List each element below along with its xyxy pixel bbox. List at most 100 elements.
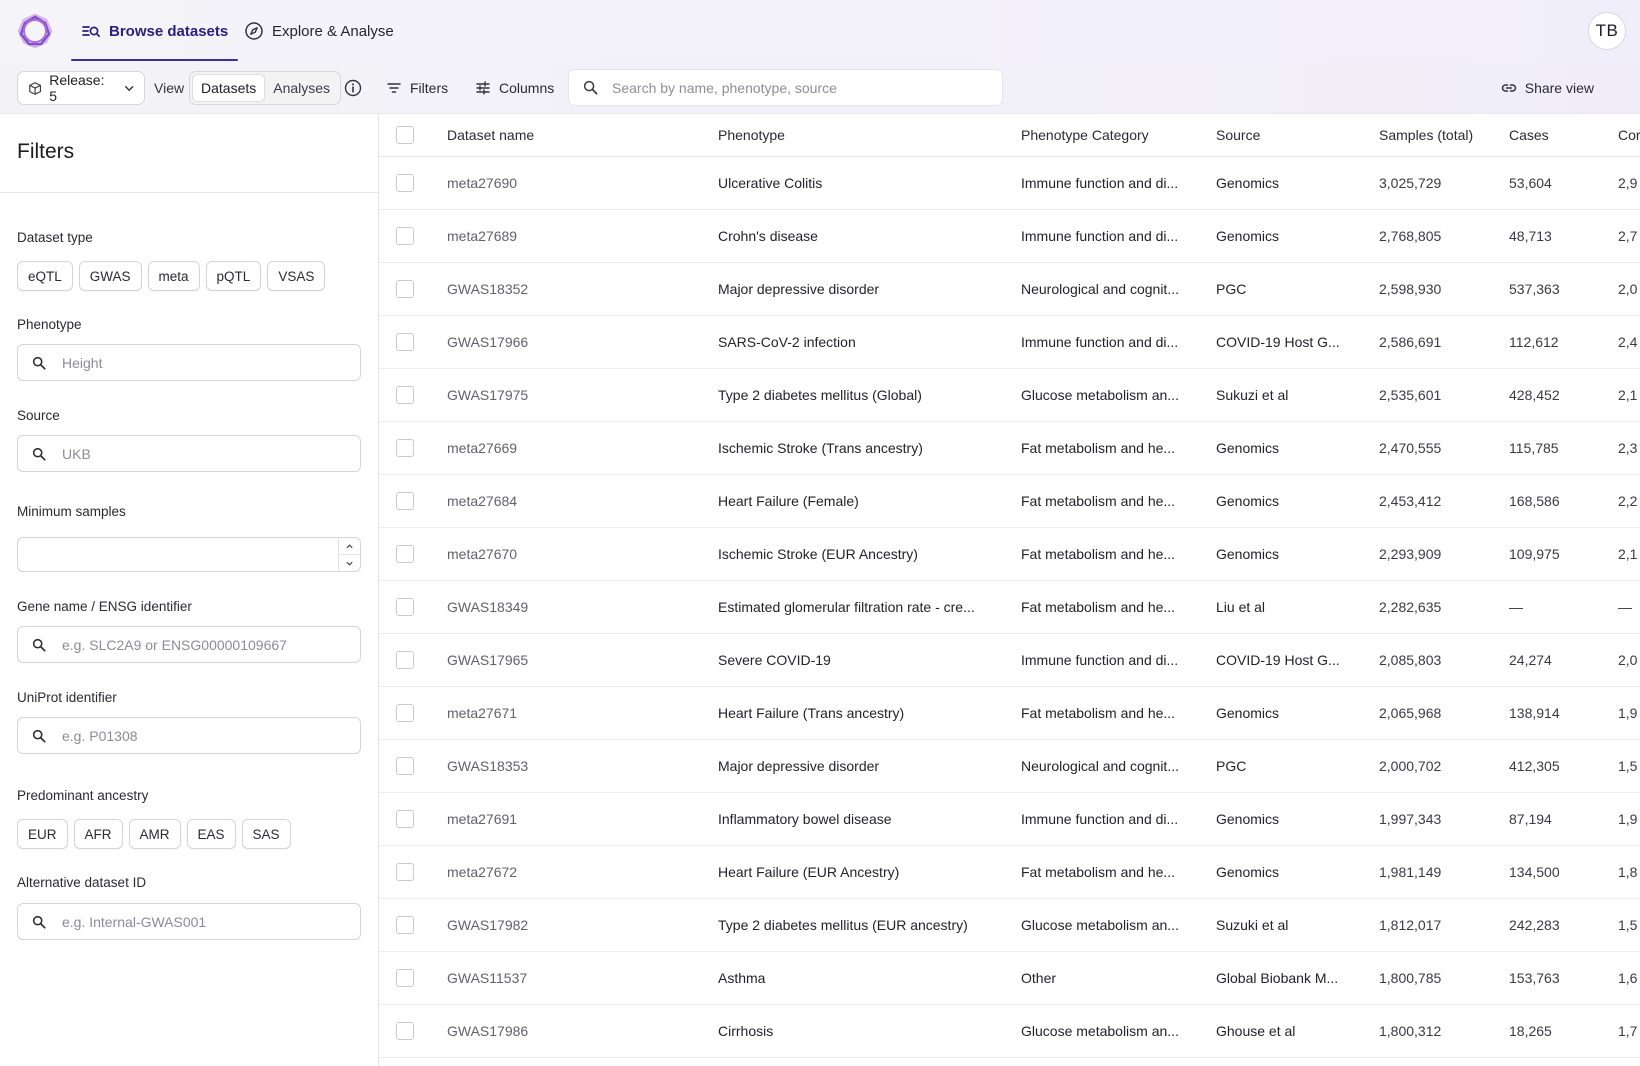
chip-dataset-type[interactable]: GWAS	[78, 261, 142, 291]
cell-dataset-name[interactable]: meta27672	[447, 846, 697, 898]
gene-input[interactable]	[62, 636, 342, 653]
info-button[interactable]	[343, 71, 363, 105]
row-checkbox[interactable]	[396, 545, 414, 563]
cell-dataset-name[interactable]: GWAS18352	[447, 263, 697, 315]
table-row[interactable]: meta27670 Ischemic Stroke (EUR Ancestry) F…	[379, 528, 1640, 581]
tab-explore-analyse[interactable]: Explore & Analyse	[244, 0, 394, 62]
release-selector-button[interactable]: Release: 5	[17, 71, 145, 105]
cell-source: Genomics	[1216, 493, 1280, 509]
chip-dataset-type[interactable]: VSAS	[267, 261, 326, 291]
col-phenotype-category[interactable]: Phenotype Category	[1021, 114, 1201, 156]
chip-dataset-type[interactable]: meta	[147, 261, 200, 291]
cell-dataset-name[interactable]: meta27690	[447, 157, 697, 209]
user-avatar[interactable]: TB	[1588, 12, 1626, 50]
uniprot-input[interactable]	[62, 727, 342, 744]
increment-button[interactable]	[339, 538, 360, 555]
columns-button[interactable]: Columns	[475, 71, 554, 105]
view-analyses-button[interactable]: Analyses	[265, 74, 338, 102]
share-view-button[interactable]: Share view	[1501, 71, 1594, 105]
row-checkbox[interactable]	[396, 810, 414, 828]
chip-dataset-type[interactable]: pQTL	[205, 261, 262, 291]
cell-dataset-name[interactable]: meta27691	[447, 793, 697, 845]
chip-ancestry[interactable]: AMR	[128, 819, 181, 849]
table-row[interactable]: meta27672 Heart Failure (EUR Ancestry) Fat…	[379, 846, 1640, 899]
alt-id-input[interactable]	[62, 913, 342, 930]
cell-controls: 2,2	[1618, 493, 1638, 509]
table-row[interactable]: GWAS17966 SARS-CoV-2 infection Immune func…	[379, 316, 1640, 369]
chip-ancestry[interactable]: EAS	[186, 819, 236, 849]
phenotype-input[interactable]	[62, 354, 342, 371]
cell-dataset-name[interactable]: meta27689	[447, 210, 697, 262]
table-row[interactable]: GWAS17982 Type 2 diabetes mellitus (EUR a…	[379, 899, 1640, 952]
filters-button[interactable]: Filters	[386, 71, 448, 105]
table-row[interactable]: meta27669 Ischemic Stroke (Trans ancestry…	[379, 422, 1640, 475]
minimum-samples-field[interactable]	[17, 537, 361, 572]
table-row[interactable]: meta27684 Heart Failure (Female) Fat metab…	[379, 475, 1640, 528]
chip-ancestry[interactable]: EUR	[17, 819, 68, 849]
table-row[interactable]: GWAS11537 Asthma Other Global Biobank M... 1…	[379, 952, 1640, 1005]
app-logo-icon[interactable]	[16, 12, 54, 50]
row-checkbox[interactable]	[396, 227, 414, 245]
tab-browse-datasets[interactable]: Browse datasets	[70, 0, 239, 62]
chip-dataset-type[interactable]: eQTL	[17, 261, 73, 291]
chip-ancestry[interactable]: SAS	[241, 819, 291, 849]
row-checkbox[interactable]	[396, 174, 414, 192]
col-samples-total[interactable]: Samples (total)	[1379, 114, 1499, 156]
col-cases[interactable]: Cases	[1509, 114, 1609, 156]
dataset-search-input[interactable]	[612, 79, 988, 96]
cell-dataset-name[interactable]: GWAS11537	[447, 952, 697, 1004]
row-checkbox[interactable]	[396, 704, 414, 722]
phenotype-field[interactable]	[17, 344, 361, 381]
row-checkbox[interactable]	[396, 333, 414, 351]
table-row[interactable]: GWAS18349 Estimated glomerular filtration…	[379, 581, 1640, 634]
cell-dataset-name[interactable]: meta27670	[447, 528, 697, 580]
info-icon	[344, 79, 362, 97]
row-checkbox[interactable]	[396, 651, 414, 669]
cell-dataset-name[interactable]: GWAS17975	[447, 369, 697, 421]
dataset-search-field[interactable]	[568, 69, 1003, 106]
row-checkbox[interactable]	[396, 439, 414, 457]
row-checkbox[interactable]	[396, 492, 414, 510]
col-source[interactable]: Source	[1216, 114, 1366, 156]
table-row[interactable]: GWAS18353 Major depressive disorder Neurol…	[379, 740, 1640, 793]
select-all-checkbox[interactable]	[396, 126, 414, 144]
row-checkbox[interactable]	[396, 916, 414, 934]
table-row[interactable]: GWAS17975 Type 2 diabetes mellitus (Globa…	[379, 369, 1640, 422]
cell-dataset-name[interactable]: meta27669	[447, 422, 697, 474]
row-checkbox[interactable]	[396, 280, 414, 298]
cell-dataset-name[interactable]: GWAS17986	[447, 1005, 697, 1057]
table-row[interactable]: meta27671 Heart Failure (Trans ancestry) F…	[379, 687, 1640, 740]
cell-dataset-name[interactable]: meta27671	[447, 687, 697, 739]
row-checkbox[interactable]	[396, 386, 414, 404]
row-checkbox[interactable]	[396, 863, 414, 881]
cell-dataset-name[interactable]: GWAS17966	[447, 316, 697, 368]
chevron-down-icon	[346, 561, 353, 566]
row-checkbox[interactable]	[396, 757, 414, 775]
table-row[interactable]: meta27691 Inflammatory bowel disease Immun…	[379, 793, 1640, 846]
row-checkbox[interactable]	[396, 969, 414, 987]
row-checkbox[interactable]	[396, 598, 414, 616]
cell-dataset-name[interactable]: GWAS18353	[447, 740, 697, 792]
chip-ancestry[interactable]: AFR	[73, 819, 123, 849]
source-field[interactable]	[17, 435, 361, 472]
table-row[interactable]: meta27690 Ulcerative Colitis Immune functi…	[379, 157, 1640, 210]
col-controls[interactable]: Cor	[1618, 114, 1640, 156]
gene-field[interactable]	[17, 626, 361, 663]
uniprot-field[interactable]	[17, 717, 361, 754]
view-datasets-button[interactable]: Datasets	[192, 74, 266, 102]
cell-dataset-name[interactable]: meta27684	[447, 475, 697, 527]
source-input[interactable]	[62, 445, 342, 462]
cell-dataset-name[interactable]: GWAS18349	[447, 581, 697, 633]
col-dataset-name[interactable]: Dataset name	[447, 114, 697, 156]
alt-id-field[interactable]	[17, 903, 361, 940]
col-phenotype[interactable]: Phenotype	[718, 114, 998, 156]
cell-source: Ghouse et al	[1216, 1023, 1296, 1039]
table-row[interactable]: meta27689 Crohn's disease Immune function …	[379, 210, 1640, 263]
cell-dataset-name[interactable]: GWAS17982	[447, 899, 697, 951]
table-row[interactable]: GWAS17965 Severe COVID-19 Immune function …	[379, 634, 1640, 687]
decrement-button[interactable]	[339, 555, 360, 571]
table-row[interactable]: GWAS17986 Cirrhosis Glucose metabolism an.…	[379, 1005, 1640, 1058]
cell-dataset-name[interactable]: GWAS17965	[447, 634, 697, 686]
row-checkbox[interactable]	[396, 1022, 414, 1040]
table-row[interactable]: GWAS18352 Major depressive disorder Neurol…	[379, 263, 1640, 316]
